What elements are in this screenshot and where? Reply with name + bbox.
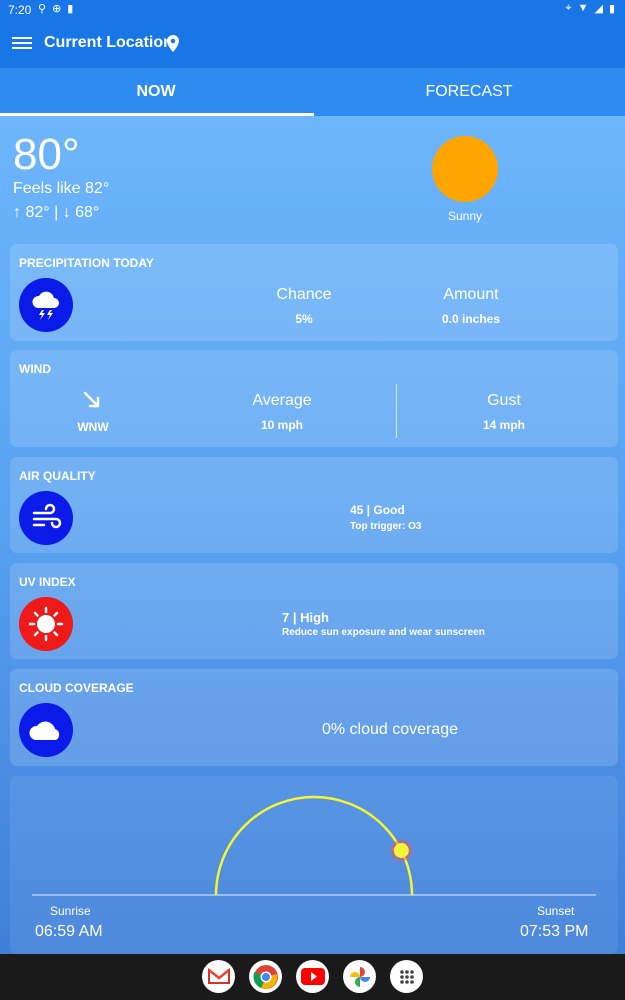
thunderstorm-icon [19,278,73,332]
card-title: PRECIPITATION TODAY [19,256,154,270]
menu-icon[interactable] [12,34,32,54]
sim-icon: ▮ [67,3,74,15]
aqi-value: 45 | Good [350,503,405,517]
wind-card: WIND WNW Average 10 mph Gust 14 mph [10,350,618,447]
app-drawer-icon[interactable] [390,960,423,993]
card-title: AIR QUALITY [19,469,96,483]
youtube-icon[interactable] [296,960,329,993]
aqi-trigger: Top trigger: O3 [350,521,422,532]
high-low: ↑ 82° | ↓ 68° [13,204,100,221]
tab-forecast[interactable]: FORECAST [313,68,625,116]
sunrise-label: Sunrise [50,904,91,918]
sun-path-chart [32,795,596,896]
amount-value: 0.0 inches [441,312,501,326]
card-title: CLOUD COVERAGE [19,681,134,695]
feels-like: Feels like 82° [13,180,110,197]
sun-position-marker [393,843,409,858]
target-icon: ⊕ [52,3,62,15]
uv-value: 7 | High [282,610,329,625]
sun-arc [214,795,414,896]
status-system-icons: ⌖ ▼ ◢ ▮ [565,2,615,15]
sunrise-time: 06:59 AM [35,923,103,940]
photos-icon[interactable] [343,960,376,993]
average-label: Average [252,392,312,409]
average-value: 10 mph [260,418,303,432]
status-time: 7:20 [8,3,32,17]
location-icon: ⌖ [565,2,572,14]
sun-path-panel: Sunrise 06:59 AM Sunset 07:53 PM [10,776,618,954]
air-quality-card: AIR QUALITY 45 | Good Top trigger: O3 [10,457,618,553]
tab-now[interactable]: NOW [0,68,312,116]
sunset-time: 07:53 PM [520,923,589,940]
wind-lines-icon [19,491,73,545]
chance-value: 5% [295,312,313,326]
wind-direction-arrow-icon [83,391,100,408]
sunset-label: Sunset [537,904,575,918]
precipitation-card: PRECIPITATION TODAY Chance 5% Amount 0.0… [10,244,618,341]
amount-label: Amount [443,286,499,303]
battery-icon: ▮ [608,3,615,15]
card-title: UV INDEX [19,575,76,589]
wifi-icon: ▼ [577,2,589,14]
now-content: 80° Feels like 82° ↑ 82° | ↓ 68° Sunny P… [0,116,625,954]
uv-index-card: UV INDEX 7 | High Reduce sun exposure an… [10,563,618,659]
cloud-icon [19,703,73,757]
sun-uv-icon [19,597,73,651]
card-title: WIND [19,362,51,376]
gust-value: 14 mph [482,418,525,432]
signal-icon: ◢ [594,3,603,15]
cloud-coverage-card: CLOUD COVERAGE 0% cloud coverage [10,669,618,766]
app-bar: Current Location [0,20,625,68]
chrome-icon[interactable] [249,960,282,993]
usb-icon: ⚲ [38,3,47,15]
gust-label: Gust [487,392,521,409]
cloud-coverage-value: 0% cloud coverage [321,721,459,738]
sun-icon [432,136,498,202]
page-title: Current Location [44,34,173,51]
location-pin-icon [167,35,179,52]
wind-direction: WNW [77,420,109,434]
status-notification-icons: ⚲ ⊕ ▮ [38,2,73,15]
chance-label: Chance [276,286,332,303]
current-temperature: 80° [13,130,80,179]
condition-text: Sunny [447,209,483,223]
taskbar-dock [0,954,625,1000]
gmail-icon[interactable] [202,960,235,993]
divider [396,384,397,438]
uv-advice: Reduce sun exposure and wear sunscreen [282,627,485,638]
tab-bar: NOW FORECAST [0,68,625,116]
status-bar: 7:20 ⚲ ⊕ ▮ ⌖ ▼ ◢ ▮ [0,0,625,20]
